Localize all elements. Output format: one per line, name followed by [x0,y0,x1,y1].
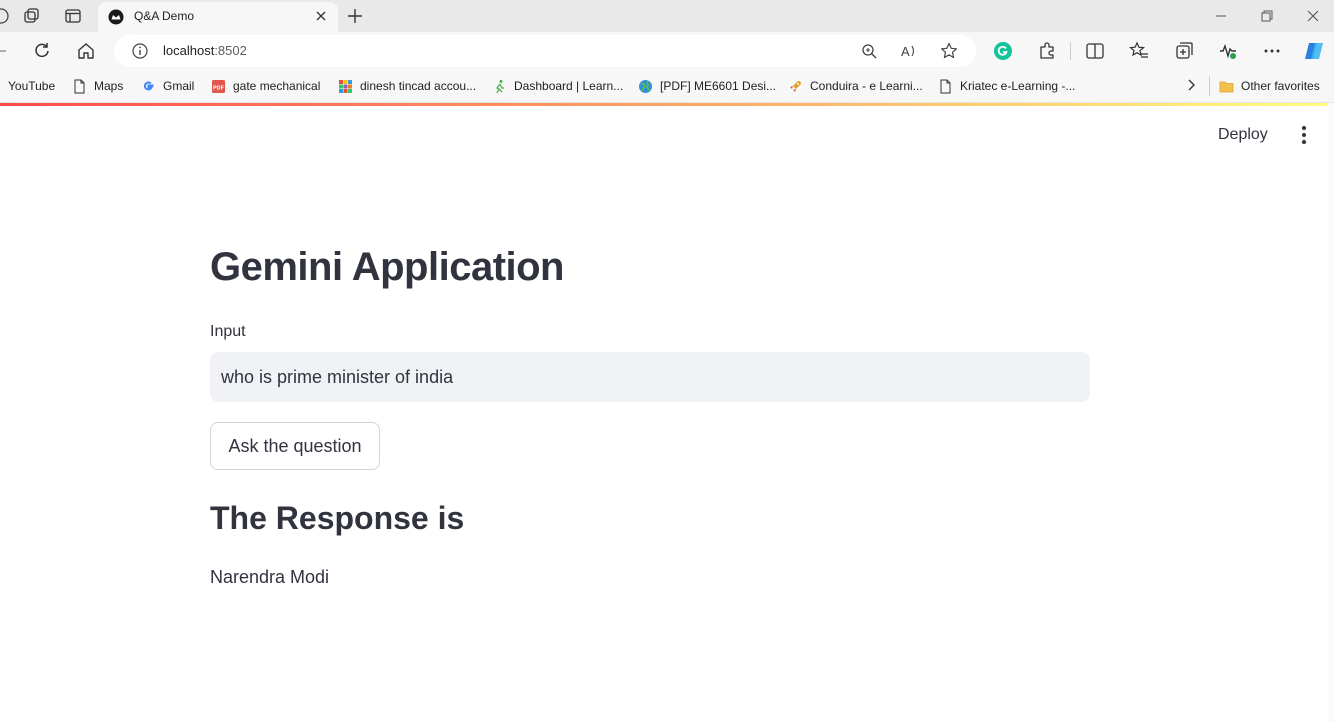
google-icon [143,81,154,91]
favorite-star-icon[interactable] [940,42,958,60]
other-favorites-label: Other favorites [1241,79,1320,93]
streamlit-favicon-icon [108,9,124,25]
zoom-icon[interactable] [860,42,878,60]
favorites-bar: YouTube Maps Gmail PDF gate mechanical d… [0,70,1334,102]
refresh-icon[interactable] [32,41,52,61]
url-text: localhost:8502 [163,43,247,58]
read-aloud-icon[interactable]: A [900,42,918,60]
tab-title: Q&A Demo [134,9,195,23]
page-title: Gemini Application [210,245,565,289]
chevron-right-icon[interactable] [1184,78,1198,92]
favorite-label: Maps [94,79,124,93]
globe-icon [639,80,652,93]
browser-essentials-icon[interactable] [1218,41,1238,61]
profile-icon[interactable] [0,7,10,25]
back-icon[interactable] [0,41,10,61]
input-label: Input [210,323,246,340]
copilot-icon[interactable] [1303,40,1325,62]
runner-icon [496,80,504,94]
more-menu-icon[interactable] [1262,41,1282,61]
app-page: Deploy Gemini Application Input Ask the … [0,102,1334,722]
favorite-label: Conduira - e Learni... [810,79,923,93]
address-bar[interactable]: localhost:8502 A [114,35,976,67]
ask-question-button[interactable]: Ask the question [210,422,380,470]
grammarly-icon[interactable] [993,41,1013,61]
favorite-label: YouTube [8,79,56,93]
active-tab[interactable]: Q&A Demo [98,2,338,32]
main-menu-icon[interactable] [1294,124,1314,146]
grid-icon [339,80,352,93]
extensions-icon[interactable] [1037,41,1057,61]
site-info-icon[interactable] [131,42,149,60]
response-text: Narendra Modi [210,567,330,587]
svg-text:A: A [901,44,910,59]
favorites-icon[interactable] [1129,41,1149,61]
tab-strip: Q&A Demo [0,0,1334,32]
minimize-icon[interactable] [1214,9,1228,23]
favorite-label: Kriatec e-Learning -... [960,79,1076,93]
close-tab-icon[interactable] [314,9,328,23]
page-icon [74,79,85,94]
favorites-divider [1209,76,1210,96]
favorite-label: gate mechanical [233,79,321,93]
rocket-icon [790,81,801,92]
header-decoration-bar [0,103,1334,106]
pdf-icon: PDF [212,80,225,93]
scrollbar-track[interactable] [1328,103,1334,722]
new-tab-icon[interactable] [346,7,364,25]
svg-text:PDF: PDF [213,86,225,92]
folder-icon [1219,81,1234,93]
response-header: The Response is [210,500,465,536]
vertical-tabs-icon[interactable] [64,7,82,25]
page-icon [940,79,951,94]
url-port: :8502 [214,43,247,58]
split-screen-icon[interactable] [1085,41,1105,61]
workspaces-icon[interactable] [22,7,40,25]
favorite-label: Gmail [163,79,195,93]
favorite-label: [PDF] ME6601 Desi... [660,79,777,93]
close-window-icon[interactable] [1306,9,1320,23]
deploy-button[interactable]: Deploy [1206,121,1280,149]
url-host: localhost [163,43,215,58]
browser-toolbar: localhost:8502 A [0,32,1334,70]
home-icon[interactable] [76,41,96,61]
favorite-label: Dashboard | Learn... [514,79,624,93]
restore-icon[interactable] [1260,9,1274,23]
question-input[interactable] [210,352,1090,402]
collections-icon[interactable] [1174,41,1194,61]
toolbar-divider [1070,42,1071,60]
favorite-label: dinesh tincad accou... [360,79,477,93]
